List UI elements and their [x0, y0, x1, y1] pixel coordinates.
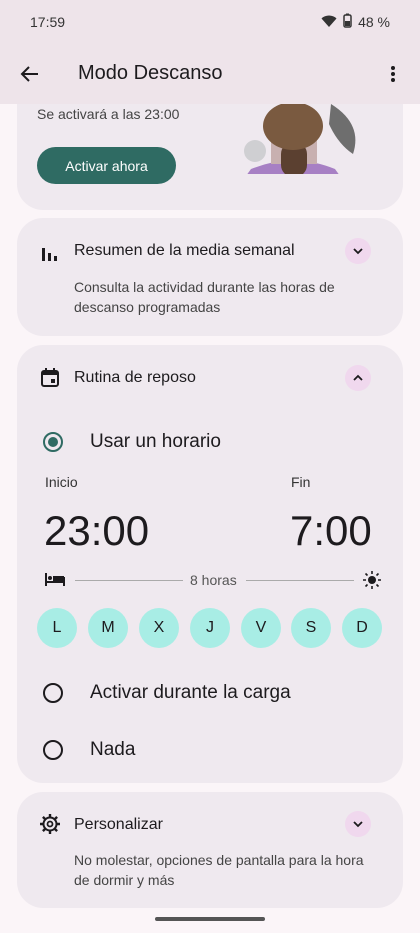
routine-title: Rutina de reposo — [74, 369, 196, 386]
calendar-icon — [41, 368, 59, 387]
charging-label: Activar durante la carga — [90, 682, 291, 703]
status-icons: 48 % — [321, 13, 390, 31]
day-tuesday[interactable]: M — [88, 608, 128, 648]
arrow-back-icon — [20, 66, 38, 82]
gear-icon — [40, 814, 60, 834]
summary-expand-button[interactable] — [345, 238, 371, 264]
navigation-handle[interactable] — [155, 917, 265, 921]
weekly-summary-card[interactable]: Resumen de la media semanal Consulta la … — [17, 218, 403, 336]
bedtime-activation-card: Se activará a las 23:00 Activar ahora — [17, 104, 403, 210]
battery-percent: 48 % — [358, 14, 390, 30]
wifi-icon — [321, 14, 337, 31]
day-saturday[interactable]: S — [291, 608, 331, 648]
app-bar: Modo Descanso — [0, 44, 420, 104]
start-time[interactable]: 23:00 — [44, 507, 149, 555]
summary-description: Consulta la actividad durante las horas … — [74, 279, 335, 315]
more-options-button[interactable] — [382, 60, 404, 88]
customize-card[interactable]: Personalizar No molestar, opciones de pa… — [17, 792, 403, 908]
use-schedule-radio[interactable] — [43, 432, 63, 452]
end-label: Fin — [291, 474, 311, 490]
day-thursday[interactable]: J — [190, 608, 230, 648]
day-monday[interactable]: L — [37, 608, 77, 648]
summary-title: Resumen de la media semanal — [74, 242, 295, 259]
bar-chart-icon — [42, 248, 57, 261]
back-button[interactable] — [16, 60, 44, 88]
day-friday[interactable]: V — [241, 608, 281, 648]
customize-expand-button[interactable] — [345, 811, 371, 837]
customize-title: Personalizar — [74, 816, 163, 833]
sleeping-person-illustration — [244, 104, 356, 174]
battery-icon — [343, 13, 352, 31]
more-vert-icon — [391, 66, 395, 82]
customize-description: No molestar, opciones de pantalla para l… — [74, 852, 364, 888]
rest-routine-card: Rutina de reposo Usar un horario Inicio … — [17, 345, 403, 783]
activate-now-button[interactable]: Activar ahora — [37, 147, 176, 184]
sleep-duration: 8 horas — [190, 572, 237, 588]
schedule-text: Se activará a las 23:00 — [37, 106, 180, 122]
duration-line-right — [246, 580, 354, 581]
chevron-down-icon — [353, 821, 363, 828]
chevron-down-icon — [353, 248, 363, 255]
none-radio[interactable] — [43, 740, 63, 760]
page-title: Modo Descanso — [78, 62, 223, 84]
day-wednesday[interactable]: X — [139, 608, 179, 648]
duration-line-left — [75, 580, 183, 581]
status-bar: 17:59 48 % — [0, 0, 420, 44]
status-time: 17:59 — [30, 14, 66, 30]
day-sunday[interactable]: D — [342, 608, 382, 648]
none-label: Nada — [90, 739, 136, 760]
sun-icon — [363, 571, 381, 589]
end-time[interactable]: 7:00 — [290, 507, 372, 555]
use-schedule-label: Usar un horario — [90, 431, 221, 452]
bed-icon — [45, 573, 65, 586]
charging-radio[interactable] — [43, 683, 63, 703]
start-label: Inicio — [45, 474, 78, 490]
routine-collapse-button[interactable] — [345, 365, 371, 391]
scroll-content[interactable]: Se activará a las 23:00 Activar ahora Re… — [0, 104, 420, 919]
chevron-up-icon — [353, 374, 363, 381]
